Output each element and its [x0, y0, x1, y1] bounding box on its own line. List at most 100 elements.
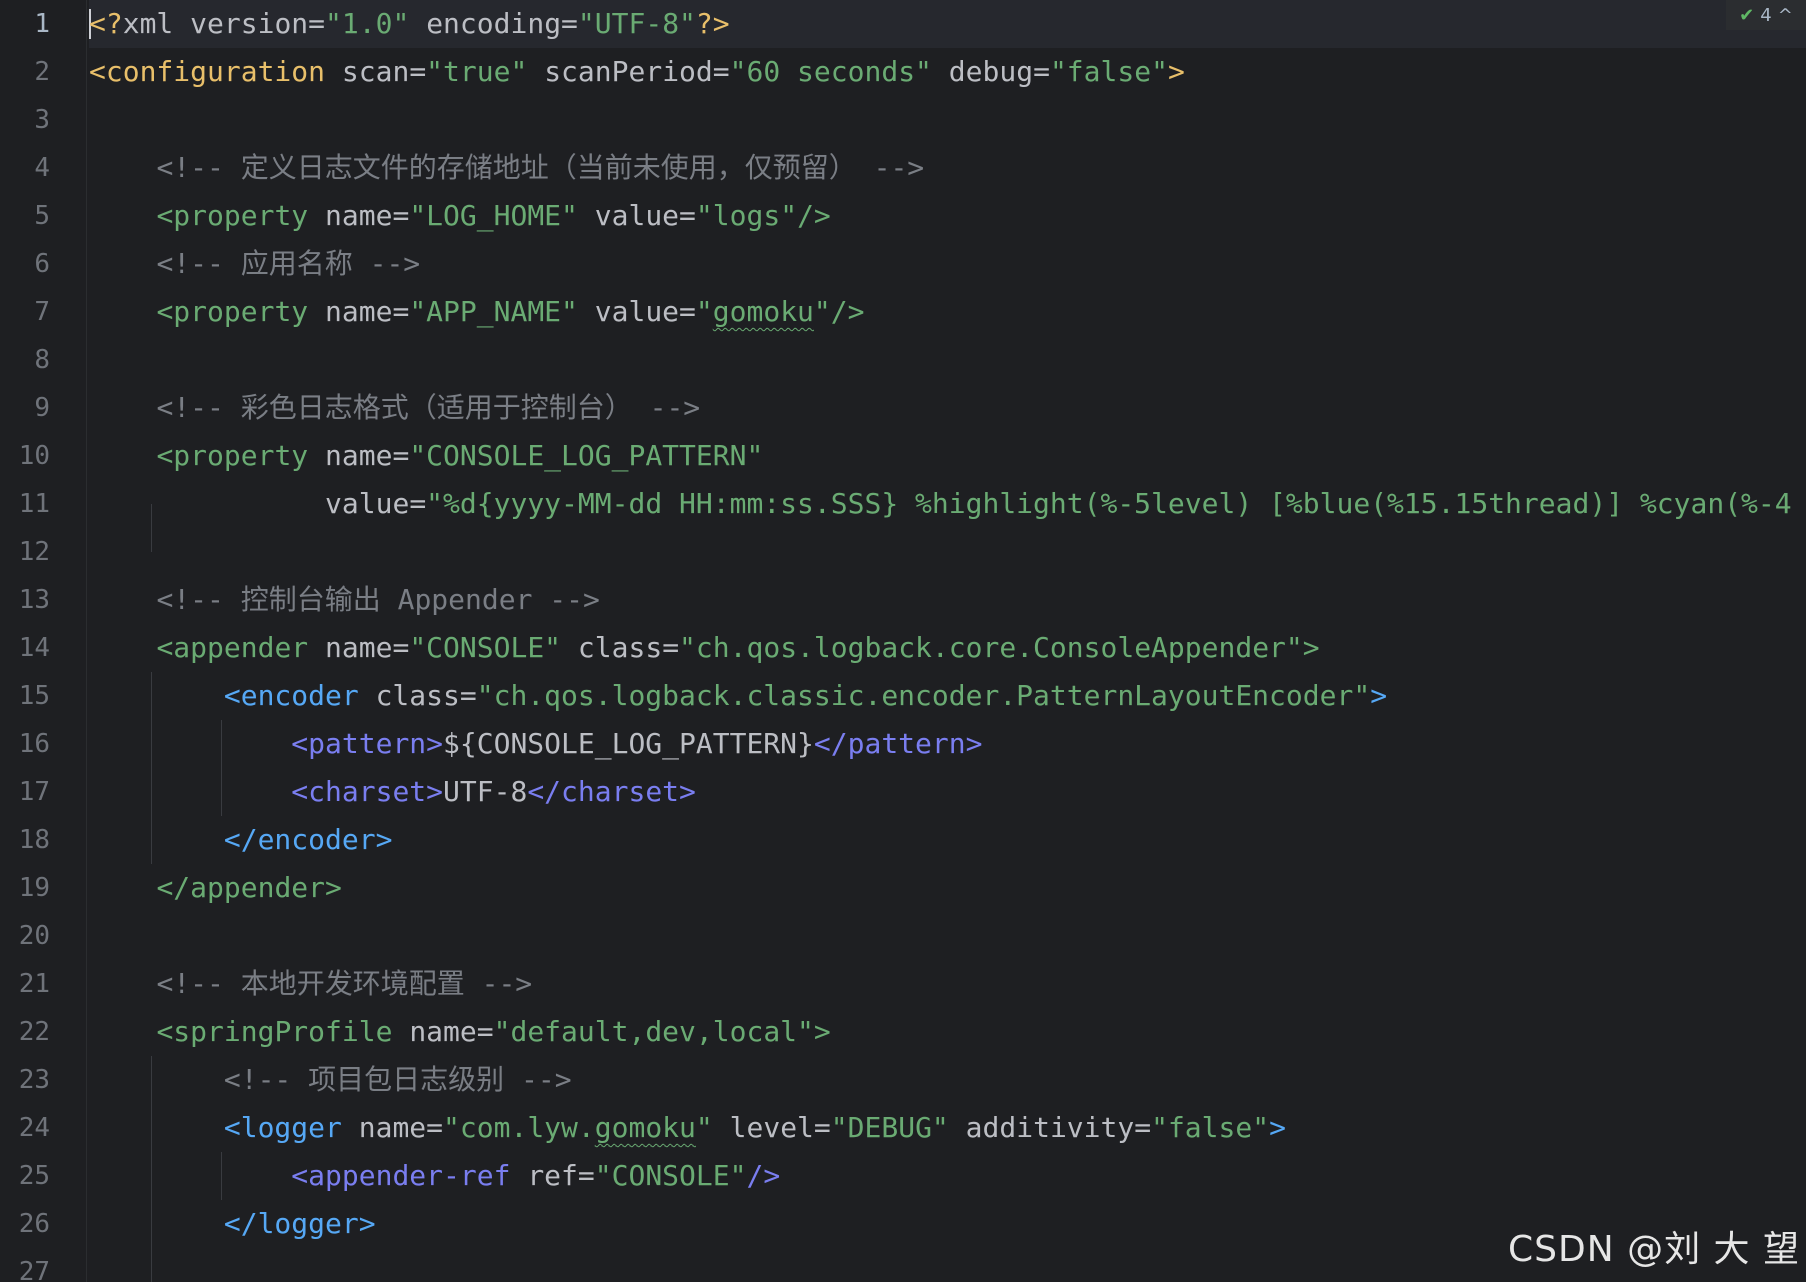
code-line[interactable]: <property name="CONSOLE_LOG_PATTERN" [89, 432, 763, 480]
code-line[interactable]: <pattern>${CONSOLE_LOG_PATTERN}</pattern… [89, 720, 982, 768]
code-line[interactable]: <springProfile name="default,dev,local"> [89, 1008, 831, 1056]
code-token: </charset> [527, 775, 696, 808]
code-token: = [426, 1111, 444, 1144]
code-token: "ch.qos.logback.classic.encoder.PatternL… [476, 679, 1371, 712]
code-line[interactable]: <configuration scan="true" scanPeriod="6… [89, 48, 1185, 96]
code-token: <springProfile [156, 1015, 393, 1048]
code-token: class [375, 679, 460, 712]
line-number: 20 [18, 921, 50, 951]
line-number: 3 [34, 105, 50, 135]
chevron-up-icon[interactable]: ^ [1778, 5, 1793, 26]
inspection-widget[interactable]: ✔ 4 ^ [1726, 0, 1806, 30]
code-line[interactable]: <!-- 应用名称 --> [89, 240, 420, 288]
code-line[interactable]: value="%d{yyyy-MM-dd HH:mm:ss.SSS} %high… [89, 480, 1792, 528]
code-token: name [325, 439, 393, 472]
code-token: additivity [965, 1111, 1135, 1144]
code-token: > [1302, 631, 1320, 664]
code-editor[interactable]: 1 2 3 4 5 6 7 8 9 10 11 12 13 14 15 16 17 18 19 20 21 22 23 24 2… [0, 0, 1806, 1282]
code-token: > [813, 1015, 831, 1048]
code-token: xml [122, 7, 191, 40]
code-line[interactable]: </encoder> [89, 816, 393, 864]
code-token: name [325, 631, 393, 664]
line-number: 15 [18, 681, 50, 711]
code-token: = [409, 55, 427, 88]
code-token: = [712, 55, 730, 88]
code-line[interactable]: </appender> [89, 864, 341, 912]
code-line[interactable]: <!-- 控制台输出 Appender --> [89, 576, 600, 624]
code-token: "false" [1151, 1111, 1270, 1144]
code-token: "UTF-8" [577, 7, 696, 40]
code-token: "false" [1049, 55, 1168, 88]
line-number: 21 [18, 969, 50, 999]
code-token: = [679, 295, 696, 328]
code-line[interactable]: <charset>UTF-8</charset> [89, 768, 696, 816]
code-token: = [1134, 1111, 1152, 1144]
code-token: UTF-8 [443, 775, 528, 808]
code-token: " [813, 295, 831, 328]
code-token: <!-- 控制台输出 Appender --> [156, 583, 600, 616]
code-line[interactable]: <!-- 本地开发环境配置 --> [89, 960, 532, 1008]
code-line[interactable]: </logger> [89, 1200, 376, 1248]
code-token: "DEBUG" [830, 1111, 949, 1144]
code-token: = [459, 679, 477, 712]
code-token: name [409, 1015, 477, 1048]
inspection-count: 4 [1760, 4, 1772, 26]
code-token: </pattern> [813, 727, 983, 760]
code-token: "LOG_HOME" [409, 199, 578, 232]
code-token: <charset> [291, 775, 444, 808]
line-number: 4 [34, 153, 50, 183]
check-double-icon: ✔ [1739, 4, 1755, 26]
code-token: " [695, 1111, 713, 1144]
line-number: 24 [18, 1113, 50, 1143]
code-token: = [476, 1015, 494, 1048]
line-number-gutter: 1 2 3 4 5 6 7 8 9 10 11 12 13 14 15 16 17 18 19 20 21 22 23 24 2… [0, 0, 87, 1282]
code-token: name [325, 295, 393, 328]
code-line[interactable]: <!-- 彩色日志格式（适用于控制台） --> [89, 384, 700, 432]
code-line[interactable]: <appender name="CONSOLE" class="ch.qos.l… [89, 624, 1320, 672]
watermark: CSDN @刘 大 望 [1508, 1229, 1800, 1270]
code-token: = [308, 7, 326, 40]
line-number: 14 [18, 633, 50, 663]
line-number: 23 [18, 1065, 50, 1095]
code-line[interactable]: <property name="LOG_HOME" value="logs"/> [89, 192, 830, 240]
line-number: 2 [34, 57, 50, 87]
code-line[interactable]: <!-- 定义日志文件的存储地址（当前未使用，仅预留） --> [89, 144, 924, 192]
line-number: 12 [18, 537, 50, 567]
code-token: = [679, 199, 696, 232]
code-area[interactable]: <?xml version="1.0" encoding="UTF-8"?> <c… [89, 0, 1806, 1282]
code-token: "APP_NAME" [409, 295, 578, 328]
line-number: 11 [18, 489, 50, 519]
code-line[interactable]: <!-- 项目包日志级别 --> [89, 1056, 572, 1104]
code-line[interactable]: <appender-ref ref="CONSOLE"/> [89, 1152, 780, 1200]
code-token: </logger> [223, 1207, 376, 1240]
code-token: <encoder [223, 679, 359, 712]
code-token: "com.lyw. [443, 1111, 595, 1144]
line-number: 8 [34, 345, 50, 375]
line-number: 7 [34, 297, 50, 327]
code-token: gomoku [712, 295, 814, 328]
code-token: <property [156, 199, 309, 232]
code-token: value [594, 199, 680, 232]
code-token: name [325, 199, 393, 232]
code-line[interactable]: <encoder class="ch.qos.logback.classic.e… [89, 672, 1387, 720]
code-token: class [577, 631, 663, 664]
code-token: = [392, 295, 410, 328]
code-token: /> [746, 1159, 781, 1192]
code-line[interactable]: <logger name="com.lyw.gomoku" level="DEB… [89, 1104, 1286, 1152]
code-line[interactable]: <?xml version="1.0" encoding="UTF-8"?> [89, 0, 1806, 48]
code-token: <appender [156, 631, 309, 664]
code-line[interactable]: <property name="APP_NAME" value="gomoku"… [89, 288, 864, 336]
line-number: 27 [18, 1257, 50, 1282]
code-token: = [662, 631, 680, 664]
